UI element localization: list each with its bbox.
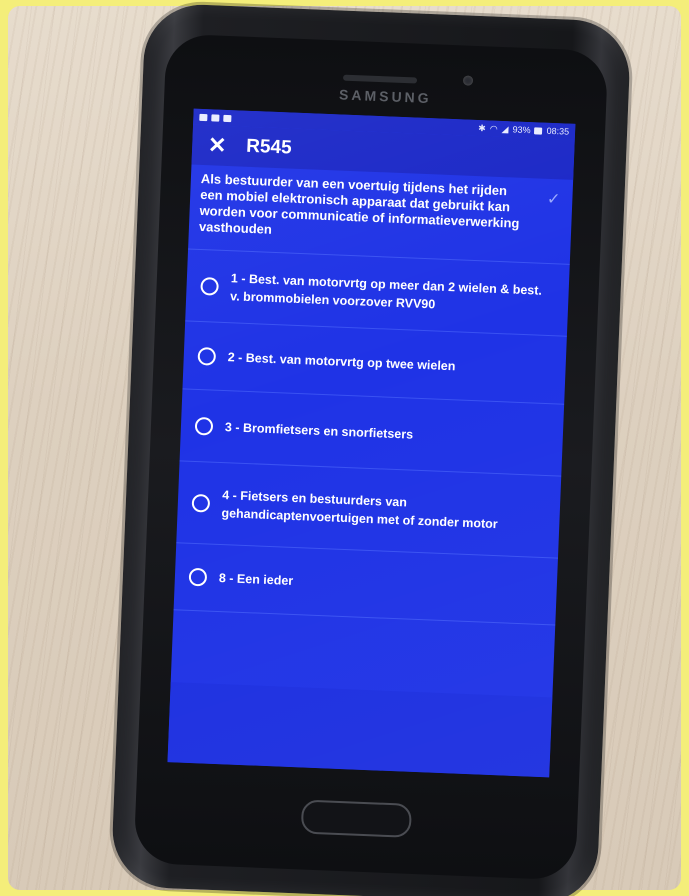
close-icon[interactable]: ✕ [204,132,231,159]
radio-button-icon[interactable] [191,493,211,513]
page-title: R545 [245,135,293,159]
wifi-icon: ◠ [489,123,498,134]
radio-button-icon[interactable] [197,346,217,366]
check-icon[interactable]: ✓ [547,189,561,210]
home-button[interactable] [300,799,412,838]
radio-button-icon[interactable] [188,567,208,587]
answer-option-4[interactable]: 4 - Fietsers en bestuurders van gehandic… [176,460,562,558]
phone-case: SAMSUNG ✱ ◠ ◢ 93% 08:35 ✕ R545 Als bestu… [110,2,632,896]
question-text: Als bestuurder van een voertuig tijdens … [198,170,520,237]
notification-icon [199,113,208,121]
clock: 08:35 [546,125,570,137]
radio-button-icon[interactable] [194,416,214,436]
battery-icon [534,126,543,135]
brand-logo: SAMSUNG [338,86,432,107]
empty-content-area [167,682,553,778]
answer-list: 1 - Best. van motorvrtg op meer dan 2 wi… [173,248,570,626]
radio-button-icon[interactable] [200,276,219,296]
signal-icon: ◢ [501,123,509,134]
battery-percent: 93% [512,124,531,136]
phone-body: SAMSUNG ✱ ◠ ◢ 93% 08:35 ✕ R545 Als bestu… [133,33,609,881]
system-indicators: ✱ ◠ ◢ 93% 08:35 [478,123,569,138]
bluetooth-icon: ✱ [478,122,487,133]
answer-label: 2 - Best. van motorvrtg op twee wielen [227,349,456,373]
app-screen: ✱ ◠ ◢ 93% 08:35 ✕ R545 Als bestuurder va… [167,108,576,778]
earpiece-speaker [342,74,418,84]
answer-label: 4 - Fietsers en bestuurders van gehandic… [221,487,499,531]
answer-option-8[interactable]: 8 - Een ieder [173,542,558,626]
answer-label: 8 - Een ieder [218,571,294,588]
answer-label: 1 - Best. van motorvrtg op meer dan 2 wi… [229,270,543,311]
answer-label: 3 - Bromfietsers en snorfietsers [224,419,414,442]
key-icon [211,113,220,122]
notification-icons [199,113,232,122]
front-camera [462,75,474,86]
settings-icon [223,114,232,122]
